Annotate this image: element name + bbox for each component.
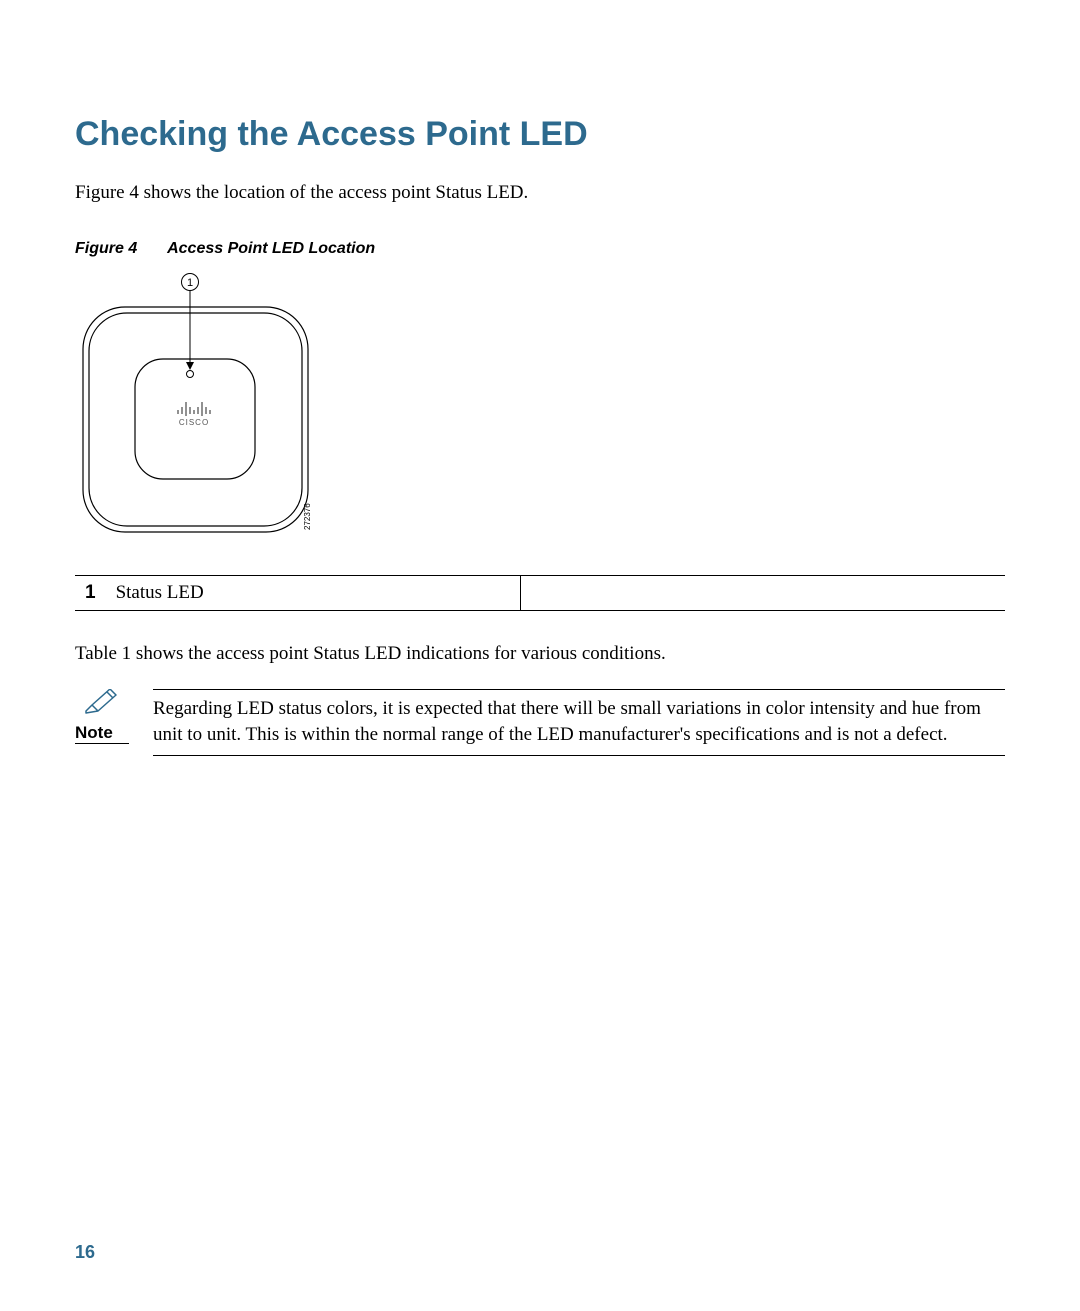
legend-label: Status LED [106,576,521,611]
table-row: 1 Status LED [75,576,1005,611]
pencil-icon [84,689,120,715]
intro-paragraph: Figure 4 shows the location of the acces… [75,182,1005,204]
cisco-logo-icon [178,402,210,416]
note-block: Note Regarding LED status colors, it is … [75,689,1005,756]
legend-empty-cell [520,576,1005,611]
table-reference-paragraph: Table 1 shows the access point Status LE… [75,643,1005,665]
access-point-diagram: 1 CISCO 272376 [75,272,325,547]
figure-legend-table: 1 Status LED [75,575,1005,611]
callout-1: 1 [187,277,193,289]
figure-caption: Figure 4 Access Point LED Location [75,240,1005,258]
figure-title: Access Point LED Location [167,240,375,257]
note-label: Note [75,723,129,744]
figure-number: Figure 4 [75,240,137,257]
legend-number: 1 [75,576,106,611]
section-heading: Checking the Access Point LED [75,115,1005,154]
note-body-text: Regarding LED status colors, it is expec… [153,689,1005,756]
page-number: 16 [75,1242,95,1263]
figure-diagram: 1 CISCO 272376 [75,272,1005,547]
cisco-logo-text: CISCO [179,418,209,427]
diagram-id: 272376 [303,503,312,530]
note-icon-column: Note [75,689,129,744]
